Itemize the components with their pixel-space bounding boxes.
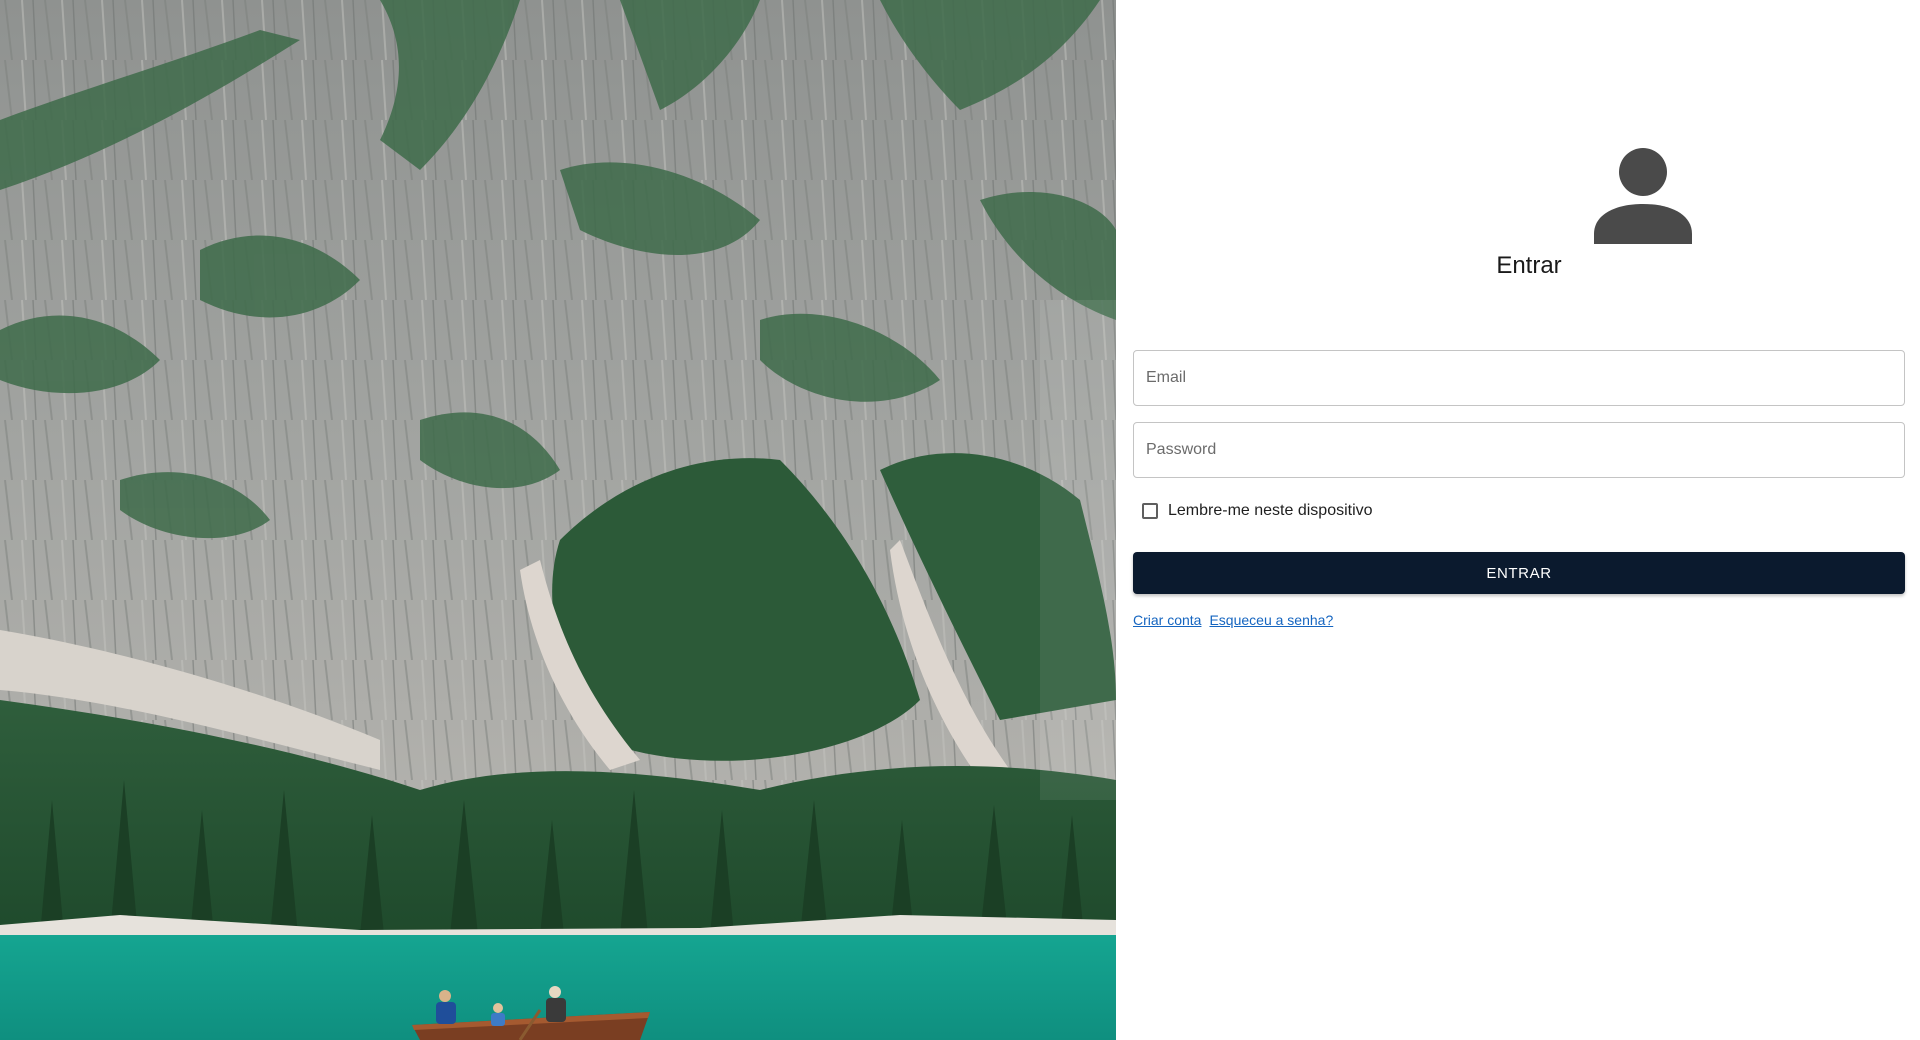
create-account-link[interactable]: Criar conta (1133, 612, 1201, 628)
login-panel: Entrar Lembre-me neste dispositivo ENTRA… (1116, 0, 1920, 1040)
password-field[interactable] (1133, 422, 1905, 478)
forgot-password-link[interactable]: Esqueceu a senha? (1209, 612, 1333, 628)
password-input[interactable] (1134, 423, 1904, 477)
email-input[interactable] (1134, 351, 1904, 405)
remember-me-label: Lembre-me neste dispositivo (1168, 502, 1373, 519)
remember-me-checkbox[interactable] (1142, 503, 1158, 519)
email-field[interactable] (1133, 350, 1905, 406)
login-page: Entrar Lembre-me neste dispositivo ENTRA… (0, 0, 1920, 1040)
page-title: Entrar (1496, 252, 1562, 279)
hero-image (0, 0, 1116, 1040)
submit-button[interactable]: ENTRAR (1133, 552, 1905, 594)
mountain-lake-photo (0, 0, 1116, 1040)
remember-me-option[interactable]: Lembre-me neste dispositivo (1142, 502, 1373, 520)
auth-links: Criar conta Esqueceu a senha? (1133, 612, 1333, 628)
person-icon (1594, 148, 1692, 244)
